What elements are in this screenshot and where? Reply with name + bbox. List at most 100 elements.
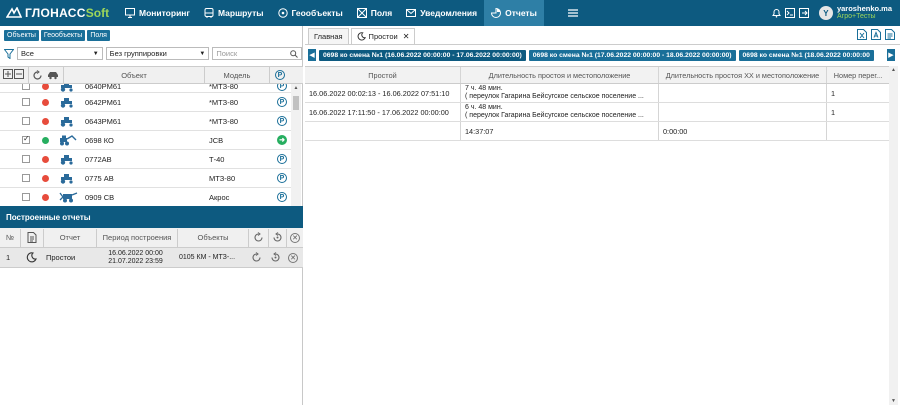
tab-objects[interactable]: Объекты — [4, 30, 39, 41]
mail-icon — [406, 9, 417, 17]
report-scrollbar[interactable]: ▲ ▼ — [889, 66, 898, 405]
delete-report-icon[interactable]: ✕ — [288, 252, 298, 263]
nav-monitoring[interactable]: Мониторинг — [118, 0, 197, 26]
parking-icon[interactable]: P — [277, 154, 287, 164]
terminal-icon[interactable] — [784, 8, 795, 18]
rebuild-icon[interactable] — [272, 232, 283, 243]
car-icon[interactable] — [47, 70, 59, 80]
column-header-idle[interactable]: Простой — [305, 67, 461, 83]
column-header-objects[interactable]: Объекты — [178, 233, 248, 242]
left-panel: Объекты Геообъекты Поля Все ▼ Без группи… — [0, 26, 303, 405]
filters-row: Все ▼ Без группировки ▼ Поиск — [0, 45, 302, 62]
avatar[interactable]: Y — [818, 6, 833, 20]
grouping-select[interactable]: Без группировки ▼ — [105, 47, 210, 60]
parking-column-icon[interactable]: P — [275, 70, 285, 80]
idle-duration-cell: 6 ч. 48 мин. ( переулок Гагарина Бейсугс… — [461, 103, 659, 121]
tab-idle-report[interactable]: Простои ✕ — [350, 28, 416, 44]
moving-arrow-icon[interactable]: ➜ — [277, 135, 287, 145]
tractor-icon — [59, 84, 81, 92]
subtab-shift-3[interactable]: 0698 ко смена №1 (18.06.2022 00:00:00 — [738, 49, 874, 61]
column-header-period[interactable]: Период построения — [97, 233, 177, 242]
column-separator — [20, 228, 21, 247]
parking-icon[interactable]: P — [277, 97, 287, 107]
tab-main[interactable]: Главная — [308, 28, 349, 44]
excel-export-icon[interactable] — [857, 29, 867, 42]
pdf-export-icon[interactable] — [871, 29, 881, 42]
nav-label: Маршруты — [217, 8, 264, 18]
idle-location[interactable]: ( переулок Гагарина Бейсугское сельское … — [465, 112, 644, 120]
menu-button[interactable] — [562, 0, 584, 26]
object-checkbox[interactable] — [22, 134, 30, 144]
subtab-shift-1[interactable]: 0698 ко смена №1 (16.06.2022 00:00:00 - … — [319, 49, 526, 61]
status-filter-select[interactable]: Все ▼ — [16, 47, 103, 60]
objects-scrollbar[interactable]: ▲ — [291, 84, 301, 206]
scroll-up-icon[interactable]: ▲ — [291, 84, 301, 92]
document-icon — [27, 232, 37, 243]
nav-routes[interactable]: Маршруты — [197, 0, 271, 26]
column-header-idle-duration[interactable]: Длительность простоя и местоположение — [461, 67, 659, 83]
idle-duration-cell: 7 ч. 48 мин. ( переулок Гагарина Бейсугс… — [461, 84, 659, 102]
chevron-left-icon[interactable]: ◀ — [308, 49, 316, 61]
table-row[interactable]: 0909 СВ Акрос P — [0, 188, 291, 206]
document-export-icon[interactable] — [885, 29, 895, 42]
filter-icon[interactable] — [4, 48, 14, 59]
tab-geoobjects[interactable]: Геообъекты — [40, 30, 86, 41]
object-model: *МТЗ-80 — [209, 116, 239, 126]
object-checkbox[interactable] — [22, 98, 30, 106]
column-header-number[interactable]: Номер перег... — [827, 67, 889, 83]
chevron-right-icon[interactable]: ▶ — [887, 49, 895, 61]
table-row[interactable]: 0698 КО JCB ➜ — [0, 131, 291, 150]
object-checkbox[interactable] — [22, 174, 30, 182]
nav-notifications[interactable]: Уведомления — [399, 0, 484, 26]
nav-label: Поля — [370, 8, 393, 18]
parking-icon[interactable]: P — [277, 173, 287, 183]
table-row[interactable]: 16.06.2022 00:02:13 - 16.06.2022 07:51:1… — [305, 84, 889, 103]
exit-icon[interactable] — [798, 8, 809, 18]
table-row[interactable]: 0643РМ61 *МТЗ-80 P — [0, 112, 291, 131]
scroll-thumb[interactable] — [293, 96, 299, 110]
bell-icon[interactable] — [772, 8, 781, 18]
object-checkbox[interactable] — [22, 155, 30, 163]
fields-icon — [356, 8, 367, 18]
table-row[interactable]: 0640РМ61 *МТЗ-80 P — [0, 84, 291, 93]
tab-fields[interactable]: Поля — [87, 30, 110, 41]
logo[interactable]: ГЛОНАСС Soft — [0, 0, 118, 26]
delete-all-icon[interactable]: ✕ — [290, 232, 300, 243]
scroll-up-icon[interactable]: ▲ — [889, 66, 898, 74]
object-name: 0643РМ61 — [85, 116, 122, 126]
nav-geoobjects[interactable]: Геообъекты — [271, 0, 350, 26]
column-header-idle-xx[interactable]: Длительность простоя ХХ и местоположение — [659, 67, 827, 83]
parking-icon[interactable]: P — [277, 84, 287, 91]
object-checkbox[interactable] — [22, 117, 30, 125]
reports-table-header: № Отчет Период построения Объекты ✕ — [0, 228, 303, 248]
column-header-model[interactable]: Модель — [205, 71, 269, 80]
parking-icon[interactable]: P — [277, 116, 287, 126]
object-checkbox[interactable] — [22, 193, 30, 201]
idle-location[interactable]: ( переулок Гагарина Бейсугское сельское … — [465, 93, 644, 101]
status-dot — [42, 174, 49, 182]
subtab-shift-2[interactable]: 0698 ко смена №1 (17.06.2022 00:00:00 - … — [528, 49, 736, 61]
table-row[interactable]: 0775 АВ МТЗ-80 P — [0, 169, 291, 188]
table-row[interactable]: 0642РМ61 *МТЗ-80 P — [0, 93, 291, 112]
column-separator — [28, 66, 29, 84]
refresh-icon[interactable] — [32, 69, 43, 81]
table-row[interactable]: 16.06.2022 17:11:50 - 17.06.2022 00:00:0… — [305, 103, 889, 122]
close-icon[interactable]: ✕ — [403, 32, 410, 41]
table-row[interactable]: 0772АВ Т-40 P — [0, 150, 291, 169]
object-checkbox[interactable] — [22, 84, 30, 90]
rebuild-icon[interactable] — [270, 252, 281, 263]
main-nav: Мониторинг Маршруты Геообъекты Поля Увед… — [118, 0, 544, 26]
search-input[interactable]: Поиск — [212, 47, 302, 60]
report-row[interactable]: 1 Простои 16.06.2022 00:00 21.07.2022 23… — [0, 248, 303, 268]
refresh-icon[interactable] — [253, 232, 264, 243]
column-header-num[interactable]: № — [0, 233, 20, 242]
parking-icon[interactable]: P — [277, 192, 287, 202]
column-header-object[interactable]: Объект — [64, 71, 204, 80]
refresh-icon[interactable] — [251, 252, 262, 263]
scroll-down-icon[interactable]: ▼ — [889, 397, 898, 405]
expand-collapse-icon[interactable] — [3, 69, 25, 81]
user-info[interactable]: yaroshenko.ma Агро+Тесты — [837, 4, 892, 22]
nav-fields[interactable]: Поля — [350, 0, 399, 26]
column-header-report[interactable]: Отчет — [44, 233, 96, 242]
nav-reports[interactable]: Отчеты — [484, 0, 544, 26]
